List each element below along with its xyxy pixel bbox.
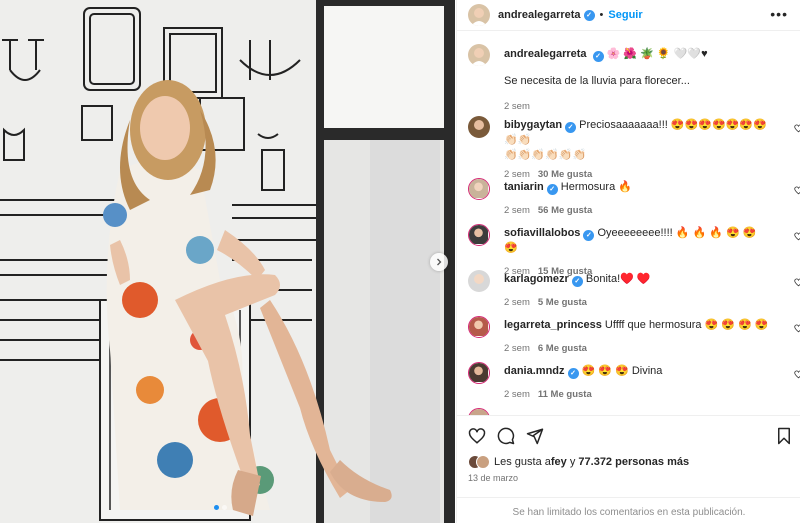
- carousel-dot: [214, 505, 219, 510]
- liker-avatar: [476, 455, 490, 469]
- comment-likes[interactable]: 56 Me gusta: [538, 205, 592, 216]
- bookmark-icon[interactable]: [775, 427, 793, 445]
- comment-text-continued: 👏🏻👏🏻👏🏻👏🏻👏🏻👏🏻: [504, 149, 587, 161]
- likes-user[interactable]: fey: [551, 456, 567, 468]
- heart-icon[interactable]: [794, 186, 800, 195]
- caption-emojis: 🌸 🌺 🪴 🌻 🤍🤍♥: [606, 48, 708, 60]
- comment-likes[interactable]: 5 Me gusta: [538, 297, 587, 308]
- post-date[interactable]: 13 de marzo: [468, 473, 518, 483]
- next-photo-button[interactable]: [430, 253, 448, 271]
- comment-username[interactable]: karlagomezr: [504, 273, 569, 285]
- comment-likes[interactable]: 11 Me gusta: [538, 389, 592, 400]
- caption-age: 2 sem: [504, 101, 530, 112]
- commenter-avatar[interactable]: [468, 270, 490, 292]
- comment-age: 2 sem: [504, 169, 530, 180]
- verified-badge: ✓: [583, 230, 595, 241]
- heart-icon[interactable]: [468, 427, 486, 445]
- comment-age: 2 sem: [504, 389, 530, 400]
- verified-badge: ✓: [571, 276, 583, 287]
- commenter-avatar[interactable]: [468, 116, 490, 138]
- author-username[interactable]: andrealegarreta: [498, 9, 581, 21]
- verified-badge: ✓: [583, 9, 595, 21]
- comment-text: Bonita!♥️ ♥️: [585, 273, 651, 285]
- comment-text: 😍 😍 😍 Divina: [581, 365, 663, 377]
- verified-badge: ✓: [565, 122, 577, 133]
- likes-count[interactable]: 77.372 personas más: [578, 456, 689, 468]
- commenter-avatar[interactable]: [468, 362, 490, 384]
- comment-username[interactable]: dania.mndz: [504, 365, 565, 377]
- more-icon[interactable]: •••: [770, 6, 788, 22]
- likes-middle: y: [566, 456, 579, 468]
- heart-icon[interactable]: [794, 370, 800, 379]
- caption-text: Se necesita de la lluvia para florecer..…: [504, 75, 690, 87]
- comment-username[interactable]: sofiavillalobos: [504, 227, 580, 239]
- verified-badge: ✓: [592, 51, 604, 62]
- comments-list[interactable]: andrealegarreta ✓ 🌸 🌺 🪴 🌻 🤍🤍♥ Se necesit…: [457, 32, 800, 415]
- commenter-avatar[interactable]: [468, 178, 490, 200]
- chevron-right-icon: [437, 258, 442, 266]
- comment-text: Uffff que hermosura 😍 😍 😍 😍: [604, 319, 769, 331]
- author-avatar[interactable]: [468, 4, 490, 26]
- carousel-indicators: [214, 505, 227, 510]
- heart-icon[interactable]: [794, 324, 800, 333]
- post-header: andrealegarreta ✓ • Seguir •••: [457, 0, 800, 31]
- comment-username[interactable]: taniarin: [504, 181, 544, 193]
- commenter-avatar[interactable]: [468, 408, 490, 415]
- comment-age: 2 sem: [504, 205, 530, 216]
- heart-icon[interactable]: [794, 232, 800, 241]
- post-details-panel: andrealegarreta ✓ • Seguir ••• andrealeg…: [456, 0, 800, 523]
- comment-text: Hermosura 🔥: [560, 181, 632, 193]
- post-actions-bar: [457, 415, 800, 455]
- verified-badge: ✓: [567, 368, 579, 379]
- comment-age: 2 sem: [504, 343, 530, 354]
- heart-icon[interactable]: [794, 278, 800, 287]
- post-photo: [0, 0, 455, 523]
- comment-likes[interactable]: 30 Me gusta: [538, 169, 592, 180]
- carousel-dot: [222, 505, 227, 510]
- comment-username[interactable]: bibygaytan: [504, 119, 562, 131]
- likes-prefix: Les gusta a: [494, 456, 551, 468]
- comment-likes[interactable]: 6 Me gusta: [538, 343, 587, 354]
- likes-summary[interactable]: Les gusta a fey y 77.372 personas más: [468, 455, 689, 469]
- comment-username[interactable]: legarreta_princess: [504, 319, 602, 331]
- commenter-avatar[interactable]: [468, 224, 490, 246]
- verified-badge: ✓: [546, 184, 558, 195]
- comments-limited-notice: Se han limitado los comentarios en esta …: [457, 497, 800, 523]
- liker-avatars: [468, 455, 490, 469]
- comment-icon[interactable]: [497, 427, 515, 445]
- caption-username[interactable]: andrealegarreta: [504, 48, 587, 60]
- heart-icon[interactable]: [794, 124, 800, 133]
- share-icon[interactable]: [526, 427, 544, 445]
- commenter-avatar[interactable]: [468, 316, 490, 338]
- separator-dot: •: [599, 9, 604, 21]
- author-avatar[interactable]: [468, 44, 490, 66]
- comment-age: 2 sem: [504, 297, 530, 308]
- follow-button[interactable]: Seguir: [608, 9, 642, 21]
